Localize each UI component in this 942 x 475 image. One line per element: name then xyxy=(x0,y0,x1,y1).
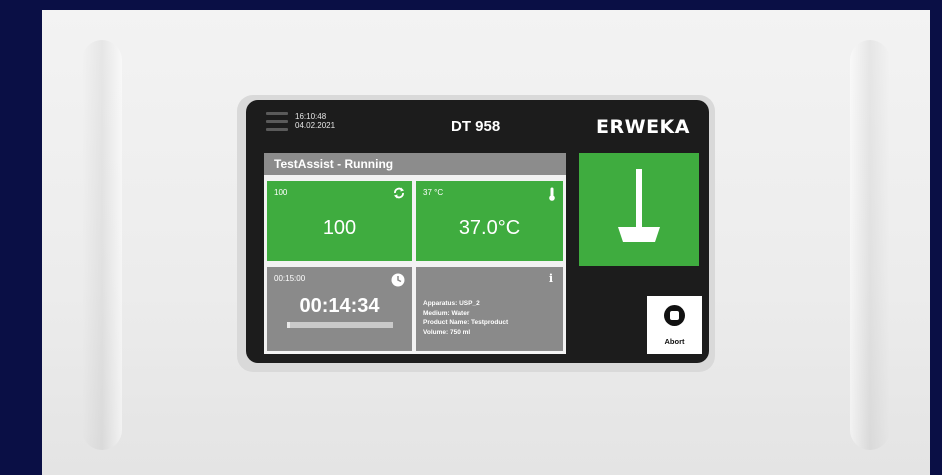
device-model: DT 958 xyxy=(451,118,501,135)
stirrer-button[interactable] xyxy=(579,153,699,266)
clock-icon xyxy=(391,273,405,287)
abort-button[interactable]: Abort xyxy=(647,296,702,354)
method-info: Apparatus: USP_2 Medium: Water Product N… xyxy=(423,299,508,337)
rotate-icon xyxy=(394,187,404,199)
product-text: Product Name: Testproduct xyxy=(423,319,509,326)
paddle-icon xyxy=(618,169,660,242)
timer-value: 00:14:34 xyxy=(299,295,380,317)
temperature-tile[interactable]: 37 °C 37.0°C xyxy=(416,181,563,261)
clock-date: 04.02.2021 xyxy=(295,121,336,130)
clock: 16:10:48 04.02.2021 xyxy=(295,112,335,130)
speed-tile[interactable]: 100 100 xyxy=(267,181,412,261)
brand-logo: ERWEKA xyxy=(596,116,690,138)
timer-tile[interactable]: 00:15:00 00:14:34 xyxy=(267,267,412,351)
timer-progress-bar xyxy=(287,322,393,328)
abort-label: Abort xyxy=(664,337,685,346)
info-icon: i xyxy=(548,272,553,285)
thermometer-icon xyxy=(549,187,555,201)
temperature-setpoint: 37 °C xyxy=(423,188,444,197)
menu-icon[interactable] xyxy=(266,112,288,132)
panel-title: TestAssist - Running xyxy=(264,153,566,175)
test-panel: TestAssist - Running 100 100 37 °C 37.0°… xyxy=(264,153,566,354)
housing-ridge-left xyxy=(82,40,122,450)
timer-progress-fill xyxy=(287,322,291,328)
apparatus-text: Apparatus: USP_2 xyxy=(423,300,480,307)
clock-time: 16:10:48 xyxy=(295,112,327,121)
housing-ridge-right xyxy=(850,40,890,450)
speed-value: 100 xyxy=(322,217,357,239)
temperature-value: 37.0°C xyxy=(458,217,521,239)
speed-setpoint: 100 xyxy=(274,188,288,197)
stop-icon xyxy=(664,305,685,326)
touch-screen: 16:10:48 04.02.2021 DT 958 ERWEKA TestAs… xyxy=(246,100,709,363)
method-info-tile[interactable]: i Apparatus: USP_2 Medium: Water Product… xyxy=(416,267,563,351)
medium-text: Medium: Water xyxy=(423,309,470,317)
timer-setpoint: 00:15:00 xyxy=(274,274,306,283)
volume-text: Volume: 750 ml xyxy=(423,328,471,336)
